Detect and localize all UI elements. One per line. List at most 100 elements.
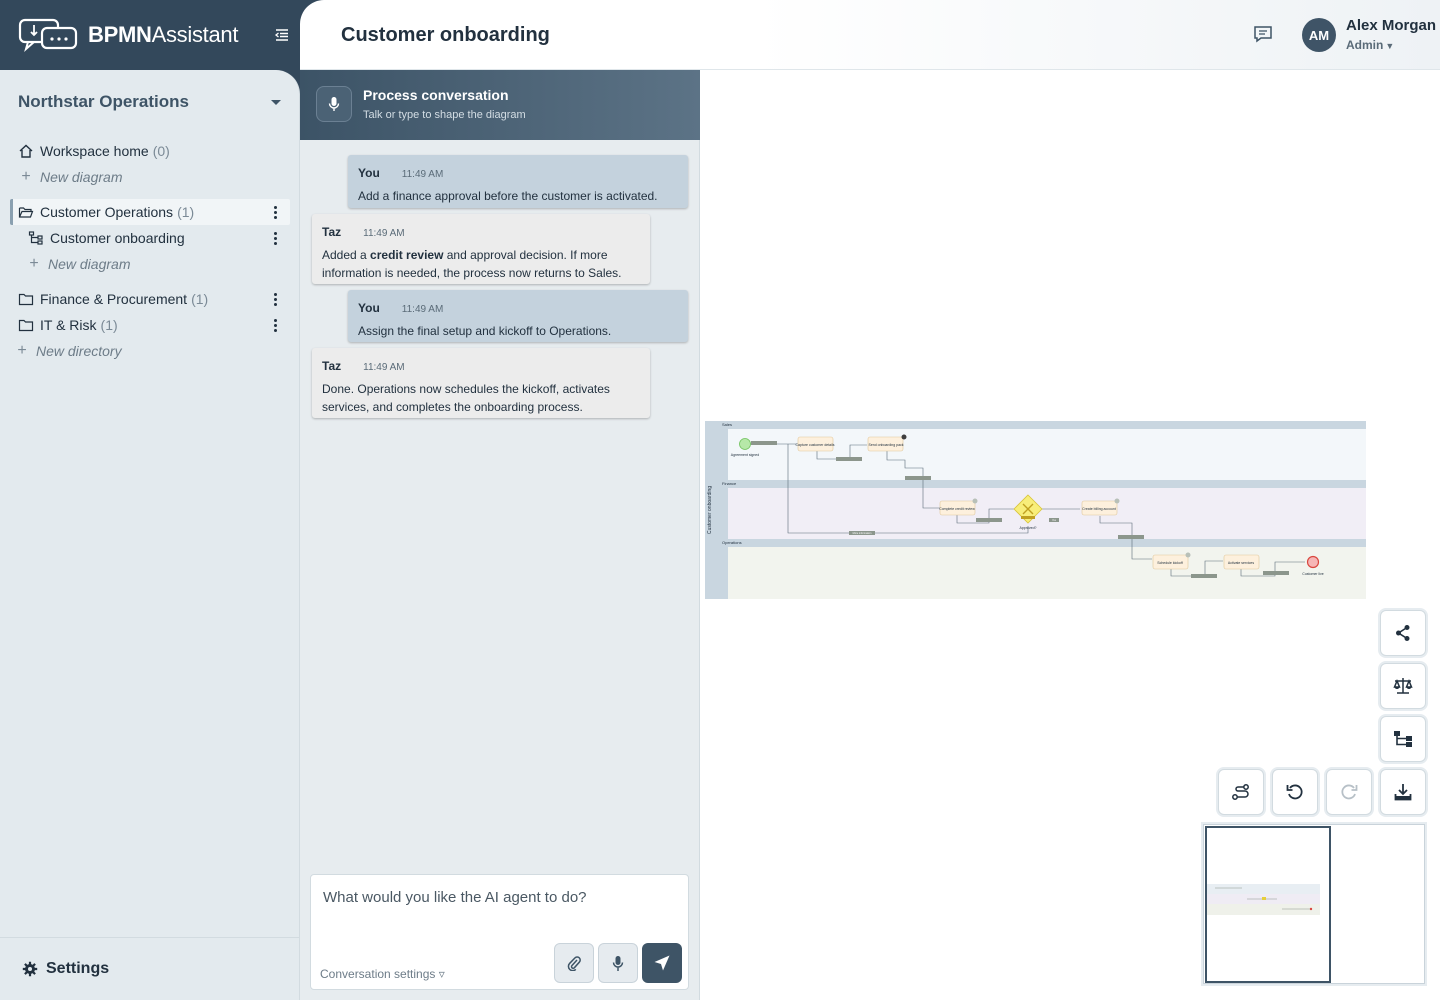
item-count: (0) — [152, 143, 170, 159]
sidebar-item-label: Finance & Procurement — [40, 291, 188, 307]
new-diagram-button[interactable]: + New diagram — [10, 251, 290, 277]
bpmn-diagram[interactable]: Customer onboarding Sales Finance Operat… — [705, 421, 1366, 599]
brand[interactable]: BPMNAssistant — [0, 0, 300, 70]
prompt-input[interactable]: What would you like the AI agent to do? — [323, 889, 587, 906]
new-diagram-button[interactable]: + New diagram — [10, 164, 290, 190]
task-label: Complete credit review — [939, 507, 975, 511]
end-event-label: Customer live — [1302, 572, 1323, 576]
folder-icon — [18, 293, 34, 306]
task-label: Capture customer details — [796, 443, 835, 447]
message-author: Taz — [322, 225, 342, 239]
chat-logo-icon — [18, 18, 78, 52]
conversation-settings-toggle[interactable]: Conversation settings ▿ — [320, 967, 445, 981]
share-icon — [1396, 625, 1410, 641]
plus-icon: + — [29, 255, 39, 272]
folder-open-icon — [18, 207, 34, 218]
workspace-selector[interactable]: Northstar Operations — [18, 92, 189, 112]
minimap-viewport[interactable] — [1205, 826, 1331, 983]
message-text: Added a credit review and approval decis… — [322, 248, 622, 280]
end-event[interactable] — [1306, 555, 1320, 569]
sidebar-item-label: Customer Operations — [40, 204, 174, 220]
chat-bubble-icon[interactable] — [1253, 25, 1273, 43]
pool-label: Customer onboarding — [707, 486, 713, 534]
message-user: You 11:49 AM Assign the final setup and k… — [348, 290, 688, 342]
sidebar-item-customer-onboarding[interactable]: Customer onboarding — [10, 225, 290, 251]
gear-icon — [22, 961, 38, 977]
home-icon — [19, 144, 33, 158]
voice-button[interactable] — [316, 86, 352, 122]
attach-button[interactable] — [554, 943, 594, 983]
microphone-icon — [612, 955, 624, 971]
more-options-icon[interactable] — [274, 319, 278, 332]
sidebar-item-finance-procurement[interactable]: Finance & Procurement (1) — [10, 286, 290, 312]
compare-button[interactable] — [1380, 663, 1426, 709]
settings-button[interactable]: Settings — [0, 937, 299, 1000]
route-icon — [1232, 784, 1249, 800]
sidebar-panel: Northstar Operations Workspace home (0) +… — [0, 70, 300, 1000]
download-icon — [1394, 784, 1412, 801]
new-diagram-label: New diagram — [48, 256, 131, 272]
lane-operations: Operations — [722, 540, 742, 545]
message-author: Taz — [322, 359, 342, 373]
lane-sales: Sales — [722, 422, 732, 427]
diagram-icon — [28, 231, 43, 245]
more-options-icon[interactable] — [274, 206, 278, 219]
sidebar-item-label: Workspace home — [40, 143, 149, 159]
task-label: Activate services — [1228, 561, 1255, 565]
minimap[interactable] — [1203, 824, 1425, 984]
message-author: You — [358, 166, 380, 180]
more-options-icon[interactable] — [274, 293, 278, 306]
message-composer[interactable]: What would you like the AI agent to do? … — [310, 874, 689, 990]
more-options-icon[interactable] — [274, 232, 278, 245]
plus-icon: + — [17, 342, 27, 359]
item-count: (1) — [177, 204, 195, 220]
redo-icon — [1341, 784, 1358, 800]
voice-input-button[interactable] — [598, 943, 638, 983]
download-button[interactable] — [1380, 769, 1426, 815]
page-title: Customer onboarding — [341, 24, 550, 46]
message-time: 11:49 AM — [363, 362, 405, 373]
sidebar-item-workspace-home[interactable]: Workspace home (0) — [10, 138, 290, 164]
item-count: (1) — [100, 317, 118, 333]
message-text: Assign the final setup and kickoff to Op… — [358, 324, 612, 338]
chat-header: Process conversation Talk or type to sha… — [300, 70, 700, 140]
plus-icon: + — [21, 168, 31, 185]
share-button[interactable] — [1380, 610, 1426, 656]
send-icon — [654, 955, 670, 971]
undo-button[interactable] — [1272, 769, 1318, 815]
sidebar-item-label: IT & Risk — [40, 317, 97, 333]
layout-button[interactable] — [1380, 716, 1426, 762]
gateway-label: Approved? — [1020, 526, 1037, 530]
brand-name: BPMNAssistant — [88, 22, 239, 47]
user-role-dropdown[interactable]: Admin ▼ — [1346, 38, 1394, 52]
sidebar-item-customer-operations[interactable]: Customer Operations (1) — [10, 199, 290, 225]
sidebar-item-it-risk[interactable]: IT & Risk (1) — [10, 312, 290, 338]
sidebar-collapse-icon[interactable] — [274, 27, 290, 43]
redo-button[interactable] — [1326, 769, 1372, 815]
new-directory-button[interactable]: + New directory — [10, 338, 290, 364]
chat-subtitle: Talk or type to shape the diagram — [363, 109, 526, 121]
message-agent: Taz 11:49 AM Done. Operations now schedul… — [312, 348, 650, 418]
new-diagram-label: New diagram — [40, 169, 123, 185]
chat-title: Process conversation — [363, 87, 509, 103]
sidebar: Northstar Operations Workspace home (0) +… — [0, 70, 300, 1000]
avatar[interactable]: AM — [1302, 18, 1336, 52]
message-agent: Taz 11:49 AM Added a credit review and ap… — [312, 214, 650, 284]
chat-panel: Process conversation Talk or type to sha… — [300, 70, 700, 1000]
hierarchy-icon — [1394, 731, 1412, 747]
message-time: 11:49 AM — [401, 304, 444, 315]
flow-more-information: More information — [853, 532, 872, 535]
chevron-down-icon[interactable] — [271, 100, 281, 105]
item-count: (1) — [191, 291, 209, 307]
message-text: Done. Operations now schedules the kicko… — [322, 382, 610, 414]
new-directory-label: New directory — [36, 343, 122, 359]
message-text: Add a finance approval before the custom… — [358, 189, 658, 203]
send-button[interactable] — [642, 943, 682, 983]
sidebar-item-label: Customer onboarding — [50, 230, 185, 246]
undo-icon — [1286, 784, 1303, 800]
user-name[interactable]: Alex Morgan — [1346, 17, 1436, 34]
start-event[interactable] — [739, 438, 751, 450]
message-author: You — [358, 301, 380, 315]
route-button[interactable] — [1218, 769, 1264, 815]
task-label: Create billing account — [1082, 507, 1116, 511]
